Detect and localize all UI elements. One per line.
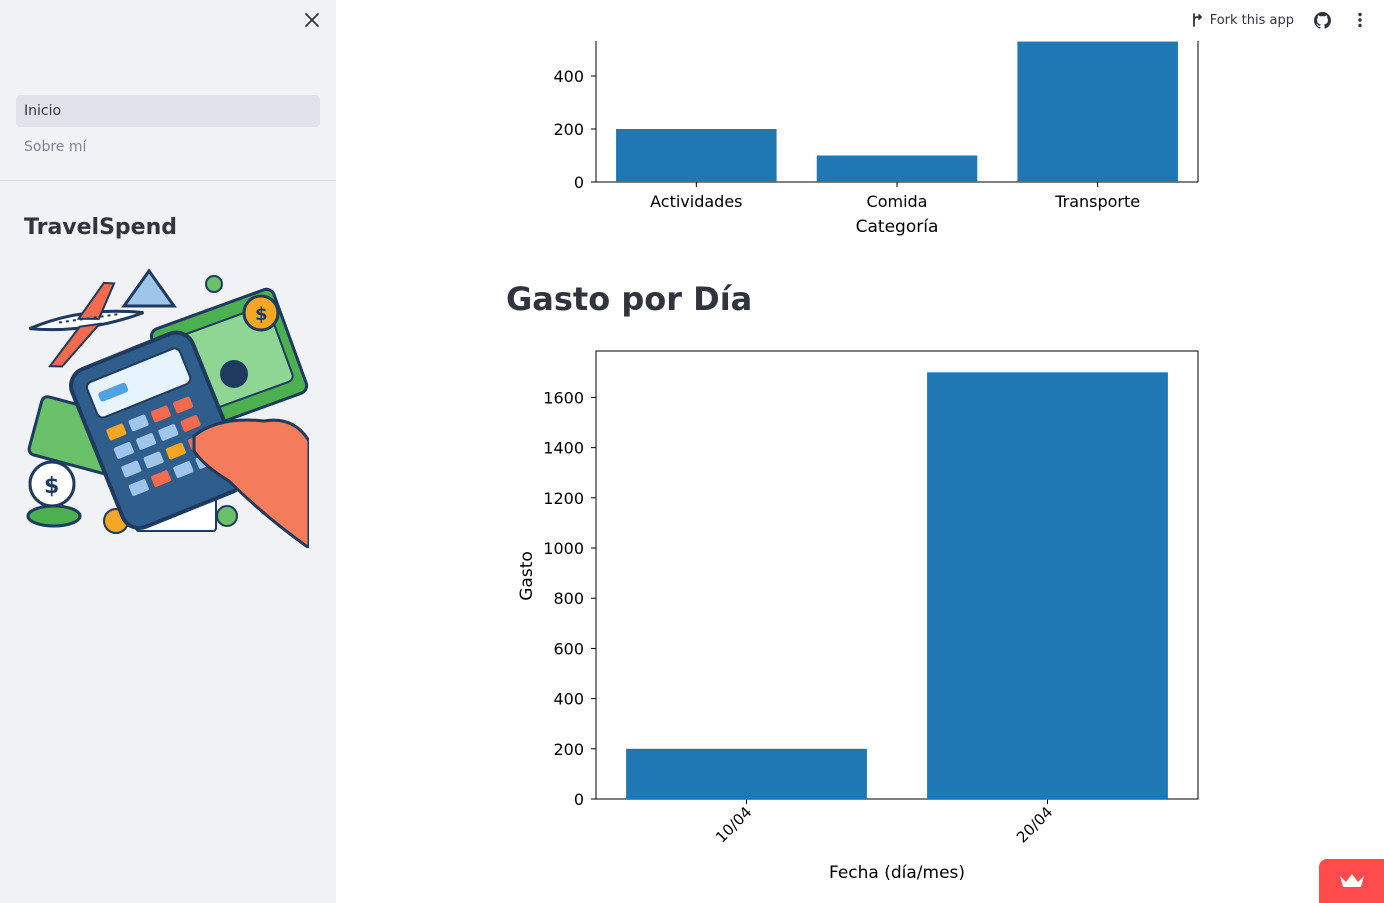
chart1-xtick-label-0: Actividades bbox=[650, 192, 742, 211]
chart2-bar-0 bbox=[626, 748, 867, 799]
chart1-xtick-label-1: Comida bbox=[867, 192, 928, 211]
chart2-ytick-label-0: 0 bbox=[574, 790, 584, 809]
chart2-ytick-label-6: 1200 bbox=[543, 489, 584, 508]
chart1-bar-2 bbox=[1017, 41, 1178, 182]
crown-icon bbox=[1339, 874, 1364, 887]
category-spend-chart: 0 200 400 Actividades Comida Transporte Cate… bbox=[553, 41, 1199, 237]
chart2-ytick-label-5: 1000 bbox=[543, 539, 584, 558]
chart2-ytick-label-3: 600 bbox=[553, 639, 584, 658]
daily-spend-chart: 0 200 400 600 800 1000 1200 1400 1600 10/04 20/04… bbox=[517, 350, 1199, 883]
hosted-badge-button[interactable] bbox=[1319, 859, 1384, 903]
chart2-ylabel: Gasto bbox=[517, 551, 537, 601]
chart2-ytick-label-7: 1400 bbox=[543, 439, 584, 458]
chart2-ytick-label-2: 400 bbox=[553, 690, 584, 709]
chart2-ytick-label-8: 1600 bbox=[543, 388, 584, 407]
chart1-xtick-label-2: Transporte bbox=[1054, 192, 1140, 211]
chart2-xlabel: Fecha (día/mes) bbox=[829, 863, 965, 883]
chart2-bar-1 bbox=[927, 372, 1168, 799]
chart1-ytick-label-2: 400 bbox=[553, 67, 584, 86]
chart1-bar-0 bbox=[616, 129, 777, 182]
chart2-ytick-label-4: 800 bbox=[553, 589, 584, 608]
chart2-ytick-label-1: 200 bbox=[553, 740, 584, 759]
chart1-bar-1 bbox=[816, 155, 978, 182]
chart1-xlabel: Categoría bbox=[856, 217, 939, 237]
chart1-ytick-label-1: 200 bbox=[553, 120, 584, 139]
charts-canvas: 0 200 400 Actividades Comida Transporte Cate… bbox=[517, 41, 1199, 883]
chart1-ytick-label-0: 0 bbox=[574, 173, 584, 192]
chart2-xtick-label-0: 10/04 bbox=[712, 803, 755, 846]
chart2-xtick-label-1: 20/04 bbox=[1013, 803, 1056, 846]
